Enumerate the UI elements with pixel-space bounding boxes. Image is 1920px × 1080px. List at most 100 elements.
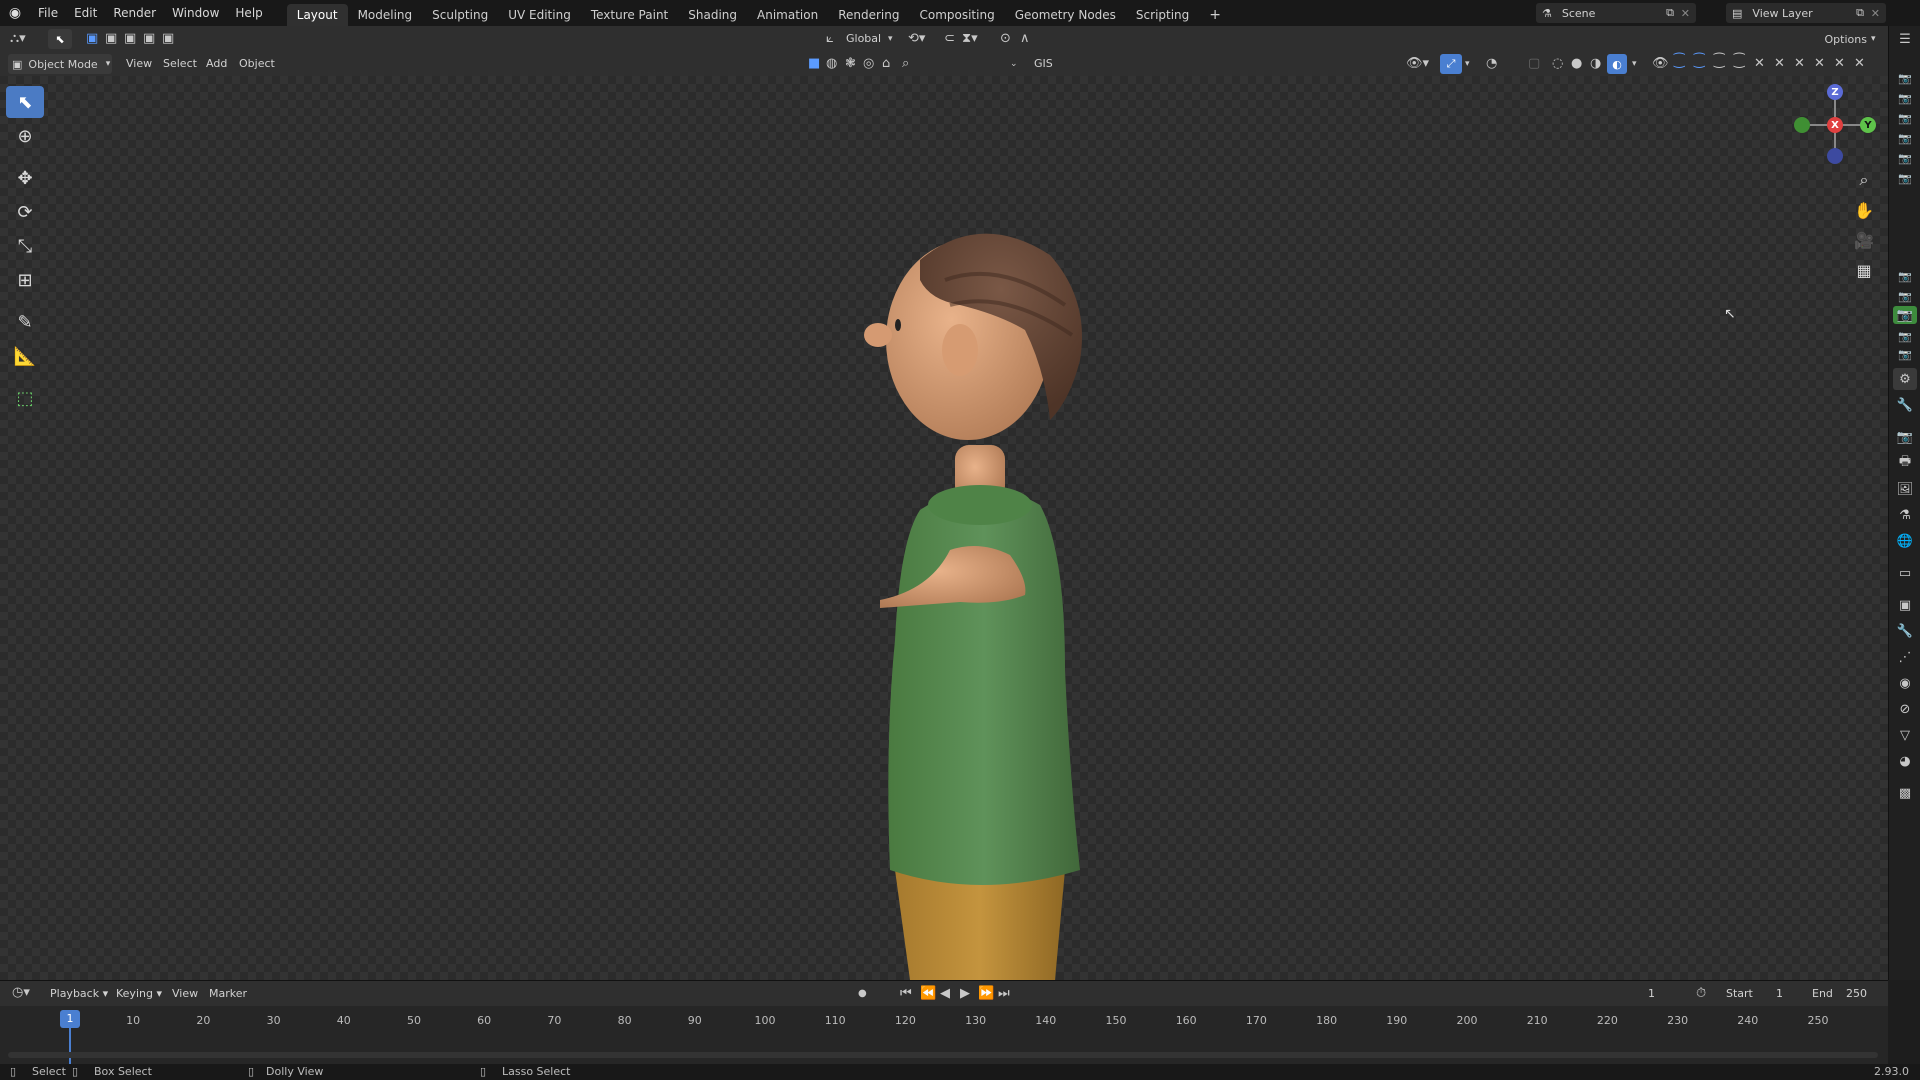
shading-wireframe-icon[interactable]: ◌ <box>1552 54 1563 74</box>
outliner-toggle-icon[interactable]: ☰ <box>1893 28 1917 50</box>
snap-target-icon[interactable]: ⧗▾ <box>962 29 978 49</box>
scene-selector[interactable]: ⚗ Scene ⧉ ✕ <box>1536 3 1696 23</box>
view-layer-properties-icon[interactable]: 🖼 <box>1893 478 1917 500</box>
tab-layout[interactable]: Layout <box>286 4 348 26</box>
record-icon[interactable]: ● <box>858 984 867 1004</box>
gis-terrain-icon[interactable]: ◎ <box>863 54 874 74</box>
shading-dropdown-icon[interactable]: ▾ <box>1632 54 1637 74</box>
camera-icon[interactable]: 📷 <box>1897 72 1913 86</box>
tool-settings-icon[interactable]: 🔧 <box>1893 394 1917 416</box>
pan-hand-icon[interactable]: ✋ <box>1850 196 1878 224</box>
select-mode-intersect-icon[interactable]: ▣ <box>162 29 174 49</box>
transform-orientation-icon[interactable]: ⟀ <box>826 29 834 49</box>
material-properties-icon[interactable]: ◕ <box>1893 750 1917 772</box>
overlays-icon[interactable]: ◔ <box>1486 54 1497 74</box>
menu-window[interactable]: Window <box>164 0 227 26</box>
cursor-tool-icon[interactable]: ⊕ <box>6 120 44 152</box>
disable-x-icon[interactable]: ✕ <box>1754 54 1765 74</box>
zoom-icon[interactable]: ⌕ <box>1850 166 1878 194</box>
viewport-restriction-4-icon[interactable]: ⁐ <box>1734 52 1744 72</box>
tab-animation[interactable]: Animation <box>747 4 828 26</box>
select-mode-new-icon[interactable]: ▣ <box>86 29 98 49</box>
editor-type-icon[interactable]: ⛬▾ <box>10 29 26 49</box>
character-model[interactable] <box>850 220 1110 980</box>
menu-select[interactable]: Select <box>163 52 197 76</box>
gizmo-x-axis[interactable]: X <box>1827 117 1843 133</box>
proportional-editing-icon[interactable]: ⊙ <box>1000 29 1011 49</box>
view-layer-selector[interactable]: ▤ View Layer ⧉ ✕ <box>1726 3 1886 23</box>
copy-view-layer-icon[interactable]: ⧉ <box>1856 6 1864 20</box>
menu-keying[interactable]: Keying ▾ <box>116 982 162 1006</box>
scale-tool-icon[interactable]: ⤡ <box>6 230 44 262</box>
menu-file[interactable]: File <box>30 0 66 26</box>
menu-object[interactable]: Object <box>239 52 275 76</box>
shading-rendered-button[interactable]: ◐ <box>1607 54 1627 74</box>
collection-properties-icon[interactable]: ▭ <box>1893 562 1917 584</box>
timeline-scrollbar[interactable] <box>8 1052 1878 1058</box>
pivot-point-icon[interactable]: ⟲▾ <box>908 29 925 49</box>
visibility-eye-icon[interactable]: 👁 <box>1652 54 1669 74</box>
menu-add[interactable]: Add <box>206 52 227 76</box>
blender-logo-icon[interactable]: ◉ <box>0 0 30 26</box>
gizmo-neg-y-axis[interactable] <box>1794 117 1810 133</box>
menu-edit[interactable]: Edit <box>66 0 105 26</box>
annotate-tool-icon[interactable]: ✎ <box>6 306 44 338</box>
playhead[interactable]: 1 <box>60 1010 80 1028</box>
tab-rendering[interactable]: Rendering <box>828 4 909 26</box>
particles-properties-icon[interactable]: ⋰ <box>1893 646 1917 668</box>
gizmo-y-axis[interactable]: Y <box>1860 117 1876 133</box>
camera-icon[interactable]: 📷 <box>1897 152 1913 166</box>
menu-view[interactable]: View <box>126 52 152 76</box>
gizmo-neg-z-axis[interactable] <box>1827 148 1843 164</box>
select-tool-button[interactable]: ⬉ <box>48 29 72 49</box>
tab-sculpting[interactable]: Sculpting <box>422 4 498 26</box>
modifier-properties-icon[interactable]: 🔧 <box>1893 620 1917 642</box>
close-scene-icon[interactable]: ✕ <box>1681 7 1690 20</box>
camera-icon[interactable]: 📷 <box>1897 112 1913 126</box>
tab-scripting[interactable]: Scripting <box>1126 4 1199 26</box>
options-dropdown[interactable]: Options ▾ <box>1818 29 1882 49</box>
tab-modeling[interactable]: Modeling <box>348 4 423 26</box>
camera-view-icon[interactable]: 🎥 <box>1850 226 1878 254</box>
timeline-area[interactable]: 1 10 20 30 40 50 60 70 80 90 100 110 120 130 140 150 16… <box>0 1006 1888 1064</box>
gis-globe-icon[interactable]: ◍ <box>826 54 837 74</box>
show-gizmo-button[interactable]: ⤢ <box>1440 54 1462 74</box>
gis-select-icon[interactable]: ■ <box>808 54 820 74</box>
tab-texture-paint[interactable]: Texture Paint <box>581 4 678 26</box>
data-properties-icon[interactable]: ▽ <box>1893 724 1917 746</box>
tab-compositing[interactable]: Compositing <box>909 4 1004 26</box>
disable-x-icon[interactable]: ✕ <box>1834 54 1845 74</box>
camera-icon[interactable]: 📷 <box>1897 330 1913 344</box>
physics-properties-icon[interactable]: ◉ <box>1893 672 1917 694</box>
transform-orientation-dropdown[interactable]: Global <box>846 27 881 51</box>
jump-start-icon[interactable]: ⏮ <box>900 984 912 1004</box>
measure-tool-icon[interactable]: 📐 <box>6 340 44 372</box>
tab-geometry-nodes[interactable]: Geometry Nodes <box>1005 4 1126 26</box>
output-properties-icon[interactable]: 🖶 <box>1893 452 1917 474</box>
next-keyframe-icon[interactable]: ⏩ <box>978 984 994 1004</box>
viewport-restriction-1-icon[interactable]: ⁐ <box>1674 52 1684 72</box>
ortho-grid-icon[interactable]: ▦ <box>1850 256 1878 284</box>
camera-icon[interactable]: 📷 <box>1897 348 1913 362</box>
shading-material-icon[interactable]: ◑ <box>1590 54 1601 74</box>
select-mode-invert-icon[interactable]: ▣ <box>143 29 155 49</box>
tab-uv-editing[interactable]: UV Editing <box>498 4 581 26</box>
disable-x-icon[interactable]: ✕ <box>1774 54 1785 74</box>
disable-x-icon[interactable]: ✕ <box>1854 54 1865 74</box>
render-properties-icon[interactable]: 📷 <box>1893 426 1917 448</box>
jump-end-icon[interactable]: ⏭ <box>998 984 1010 1004</box>
disable-x-icon[interactable]: ✕ <box>1814 54 1825 74</box>
gis-building-icon[interactable]: ⌂ <box>882 54 890 74</box>
play-icon[interactable]: ▶ <box>960 984 970 1004</box>
texture-properties-icon[interactable]: ▩ <box>1893 782 1917 804</box>
proportional-falloff-icon[interactable]: ∧ <box>1020 29 1030 49</box>
end-frame-field[interactable]: 250 <box>1846 982 1867 1006</box>
gis-map-icon[interactable]: ❃ <box>845 54 856 74</box>
viewport-restriction-2-icon[interactable]: ⁐ <box>1694 52 1704 72</box>
navigation-gizmo[interactable]: Z X Y <box>1790 82 1880 172</box>
disable-x-icon[interactable]: ✕ <box>1794 54 1805 74</box>
viewport-restriction-3-icon[interactable]: ⁐ <box>1714 52 1724 72</box>
xray-icon[interactable]: ▢ <box>1528 54 1540 74</box>
rotate-tool-icon[interactable]: ⟳ <box>6 196 44 228</box>
copy-scene-icon[interactable]: ⧉ <box>1666 6 1674 20</box>
